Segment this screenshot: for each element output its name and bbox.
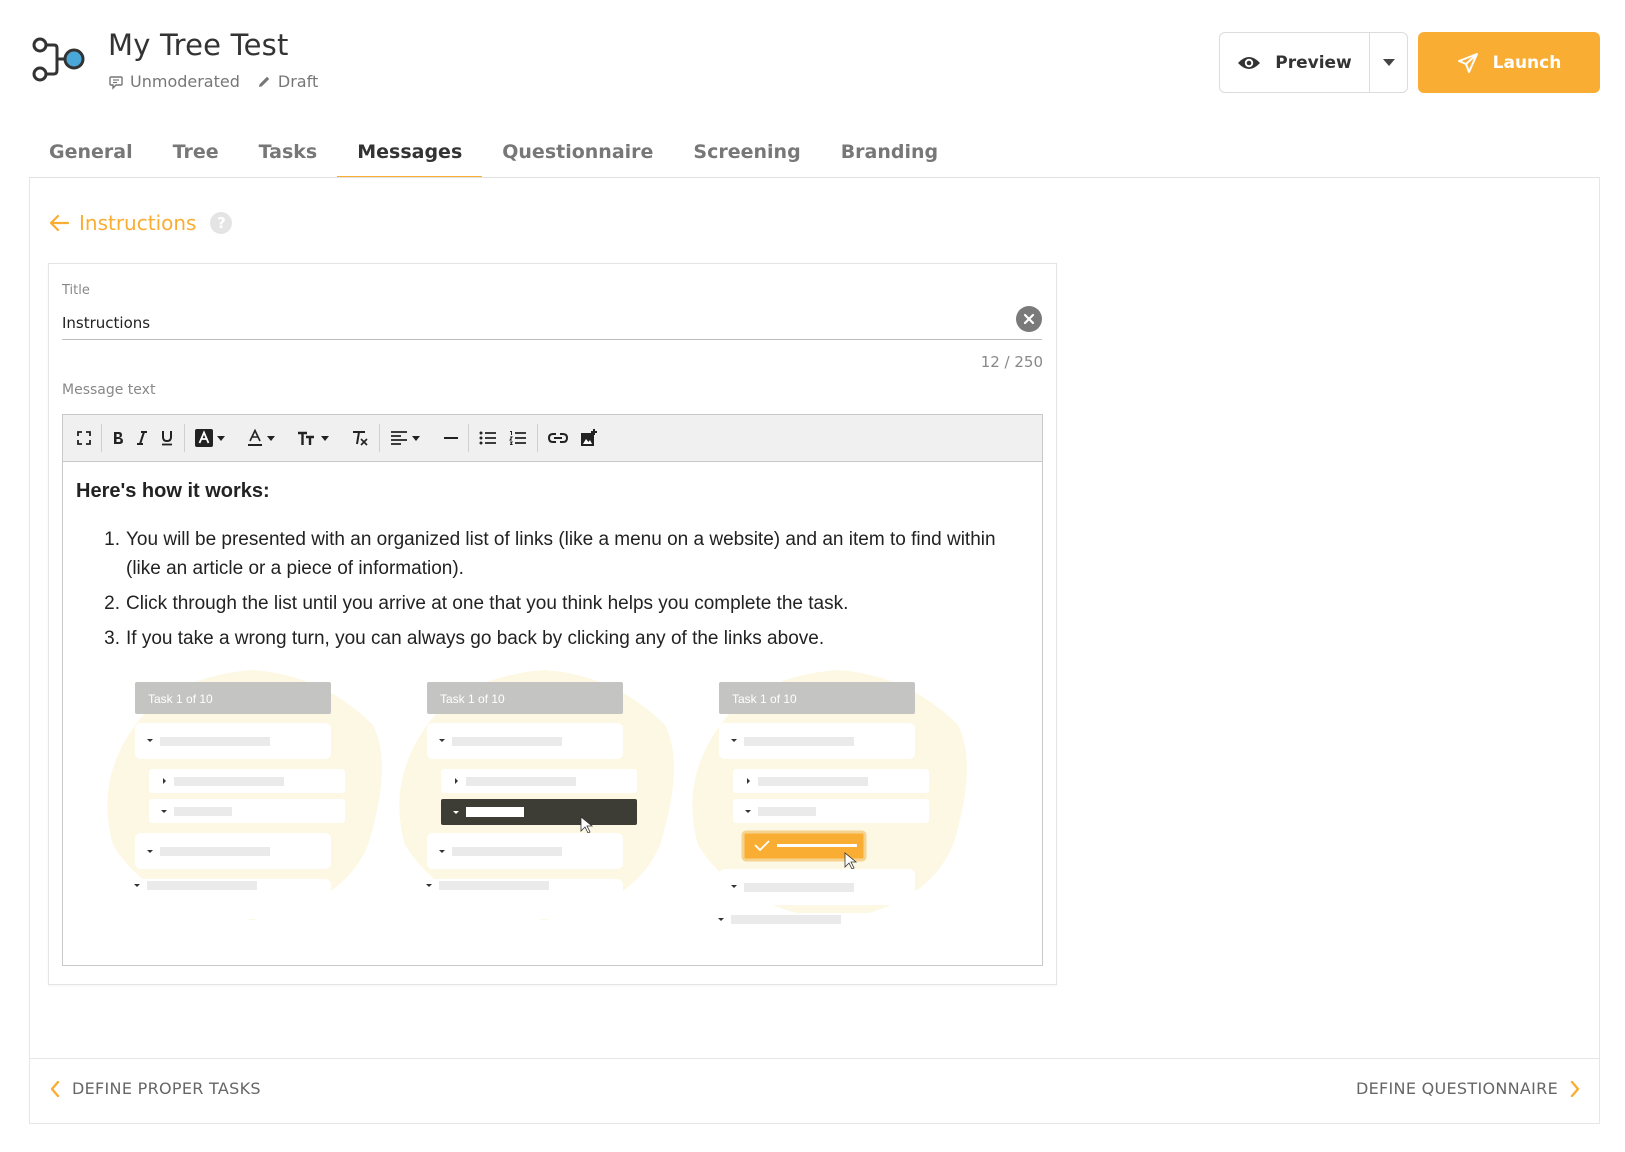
numbered-list-icon [509, 431, 526, 445]
next-step-link[interactable]: DEFINE QUESTIONNAIRE [1356, 1079, 1580, 1098]
launch-button[interactable]: Launch [1418, 32, 1600, 93]
editor-toolbar [63, 415, 1042, 462]
chevron-down-icon [217, 435, 225, 441]
horizontal-rule-button[interactable] [426, 422, 464, 454]
bullet-list-icon [479, 431, 496, 445]
message-text-label: Message text [62, 382, 156, 398]
list-item: 2. Click through the list until you arri… [76, 589, 1029, 618]
highlight-color-icon [195, 429, 213, 447]
preview-button[interactable]: Preview [1220, 33, 1369, 92]
toolbar-separator [379, 424, 380, 452]
link-icon [548, 433, 568, 443]
horizontal-rule-icon [444, 437, 458, 439]
toolbar-separator [468, 424, 469, 452]
preview-button-group: Preview [1219, 32, 1408, 93]
link-button[interactable] [542, 422, 574, 454]
font-size-icon [298, 431, 314, 445]
paper-plane-icon [1457, 52, 1478, 73]
insert-image-icon [581, 429, 597, 446]
chevron-down-icon [321, 435, 329, 441]
clear-title-button[interactable] [1016, 306, 1042, 332]
task-label: Task 1 of 10 [440, 692, 505, 706]
task-label: Task 1 of 10 [148, 692, 213, 706]
chevron-right-icon [1570, 1080, 1580, 1097]
underline-icon [162, 431, 172, 446]
test-meta: Unmoderated Draft [108, 72, 318, 91]
prev-step-link[interactable]: DEFINE PROPER TASKS [50, 1079, 261, 1098]
numbered-list-button[interactable] [503, 422, 533, 454]
list-text: Click through the list until you arrive … [126, 593, 849, 614]
italic-button[interactable] [130, 422, 154, 454]
close-icon [1023, 313, 1035, 325]
help-icon[interactable]: ? [210, 212, 233, 234]
footer-divider [29, 1058, 1600, 1059]
tab-tree[interactable]: Tree [153, 132, 239, 178]
clear-format-button[interactable] [335, 422, 375, 454]
illustration-panel-3: Task 1 of 10 [692, 670, 967, 925]
italic-icon [137, 431, 147, 445]
preview-dropdown-toggle[interactable] [1369, 33, 1407, 92]
tab-tasks[interactable]: Tasks [239, 132, 338, 178]
font-color-icon [248, 429, 262, 446]
tab-screening[interactable]: Screening [673, 132, 820, 178]
underline-button[interactable] [154, 422, 180, 454]
illustration-panel-2: Task 1 of 10 [399, 670, 674, 920]
chevron-down-icon [1382, 58, 1395, 66]
list-item: 1. You will be presented with an organiz… [76, 525, 1029, 583]
mode-label: Unmoderated [130, 72, 240, 91]
tree-test-logo-icon [32, 37, 85, 82]
rich-text-editor: Here's how it works: 1. You will be pres… [62, 414, 1043, 966]
arrow-left-icon [49, 214, 69, 232]
bold-button[interactable] [106, 422, 130, 454]
instructions-list: 1. You will be presented with an organiz… [76, 525, 1029, 653]
bullet-list-button[interactable] [473, 422, 503, 454]
title-input[interactable] [62, 306, 1042, 340]
content-heading: Here's how it works: [76, 480, 270, 502]
list-number: 2. [104, 593, 120, 614]
tab-questionnaire[interactable]: Questionnaire [482, 132, 673, 178]
mode-indicator: Unmoderated [108, 72, 240, 91]
clear-format-icon [353, 431, 368, 446]
illustration-panel-1: Task 1 of 10 [107, 670, 382, 920]
launch-label: Launch [1492, 52, 1562, 73]
chevron-down-icon [412, 435, 420, 441]
font-size-button[interactable] [281, 422, 335, 454]
back-to-messages-link[interactable]: Instructions ? [49, 211, 233, 235]
prev-step-label: DEFINE PROPER TASKS [72, 1079, 261, 1098]
section-title: Instructions [79, 211, 197, 235]
tab-messages[interactable]: Messages [337, 132, 483, 178]
list-number: 1. [104, 529, 120, 550]
align-button[interactable] [384, 422, 426, 454]
title-char-counter: 12 / 250 [980, 353, 1043, 371]
eye-icon [1238, 56, 1261, 69]
chat-icon [109, 75, 123, 90]
insert-image-button[interactable] [574, 422, 604, 454]
fullscreen-button[interactable] [71, 422, 97, 454]
tab-bar: General Tree Tasks Messages Questionnair… [29, 132, 958, 178]
status-label: Draft [277, 72, 319, 91]
next-step-label: DEFINE QUESTIONNAIRE [1356, 1079, 1558, 1098]
font-color-button[interactable] [231, 422, 281, 454]
fullscreen-icon [77, 431, 91, 445]
page-title: My Tree Test [108, 28, 289, 62]
tree-test-illustration: Task 1 of 10 Task 1 of 10 Task 1 of 10 [107, 670, 967, 925]
tab-general[interactable]: General [29, 132, 153, 178]
bold-icon [114, 432, 123, 444]
task-label: Task 1 of 10 [732, 692, 797, 706]
preview-label: Preview [1275, 52, 1352, 73]
status-indicator: Draft [256, 72, 318, 91]
pencil-icon [258, 76, 270, 87]
tab-branding[interactable]: Branding [821, 132, 958, 178]
align-icon [391, 431, 407, 445]
highlight-color-button[interactable] [189, 422, 231, 454]
toolbar-separator [537, 424, 538, 452]
chevron-left-icon [50, 1080, 60, 1097]
toolbar-separator [184, 424, 185, 452]
chevron-down-icon [267, 435, 275, 441]
title-field-label: Title [62, 283, 90, 298]
toolbar-separator [101, 424, 102, 452]
list-text: You will be presented with an organized … [126, 529, 996, 579]
